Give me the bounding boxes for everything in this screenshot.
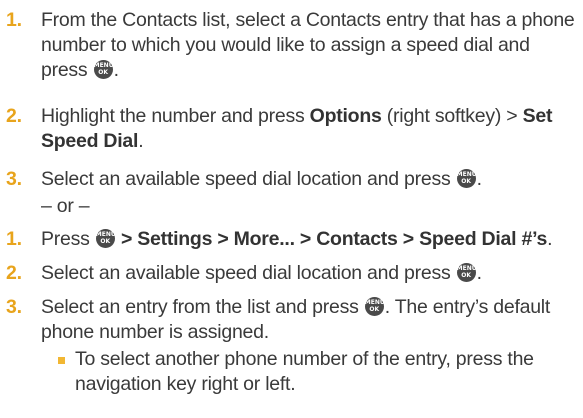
options-softkey-label: Options [309,105,382,127]
or-separator: – or – [41,195,90,217]
step-text: Select an available speed dial location … [41,167,579,192]
step-text: Press MENU OK > Settings > More... > Cont… [41,227,579,252]
step-number: 2. [6,105,22,127]
step-number: 1. [6,228,22,250]
step-text-part: From the Contacts list, select a Contact… [41,9,575,81]
step-text: Select an entry from the list and press … [41,295,579,345]
step-number: 3. [6,168,22,190]
step-text-end: . [113,59,119,81]
menu-ok-key-icon: MENU OK [95,229,116,248]
step-text-part: Select an available speed dial location … [41,168,451,190]
step-text-part: Highlight the number and press [41,105,310,127]
bullet-note: To select another phone number of the en… [75,348,534,395]
step-text-part: (right softkey) > [381,105,523,127]
step-text-end: . [547,228,553,250]
menu-ok-key-icon: MENU OK [456,169,477,188]
menu-ok-key-icon: MENU OK [364,297,385,316]
step-text: From the Contacts list, select a Contact… [41,8,579,83]
menu-ok-key-icon: MENU OK [456,263,477,282]
step-number: 3. [6,296,22,318]
step-text: Select an available speed dial location … [41,261,579,286]
step-number: 2. [6,262,22,284]
step-text-end: . [476,168,482,190]
step-text-end: . [476,262,482,284]
settings-menu-path: > Settings > More... > Contacts > Speed … [115,228,548,250]
step-text-part: Select an available speed dial location … [41,262,451,284]
step-text: Highlight the number and press Options (… [41,104,579,154]
step-text-end: . [138,130,144,152]
step-text-part: Select an entry from the list and press [41,296,359,318]
bullet-marker [58,357,65,364]
step-text-part: Press [41,228,90,250]
menu-ok-key-icon: MENU OK [93,60,114,79]
instructions-page: 1. From the Contacts list, select a Cont… [0,0,583,418]
step-number: 1. [6,9,22,31]
